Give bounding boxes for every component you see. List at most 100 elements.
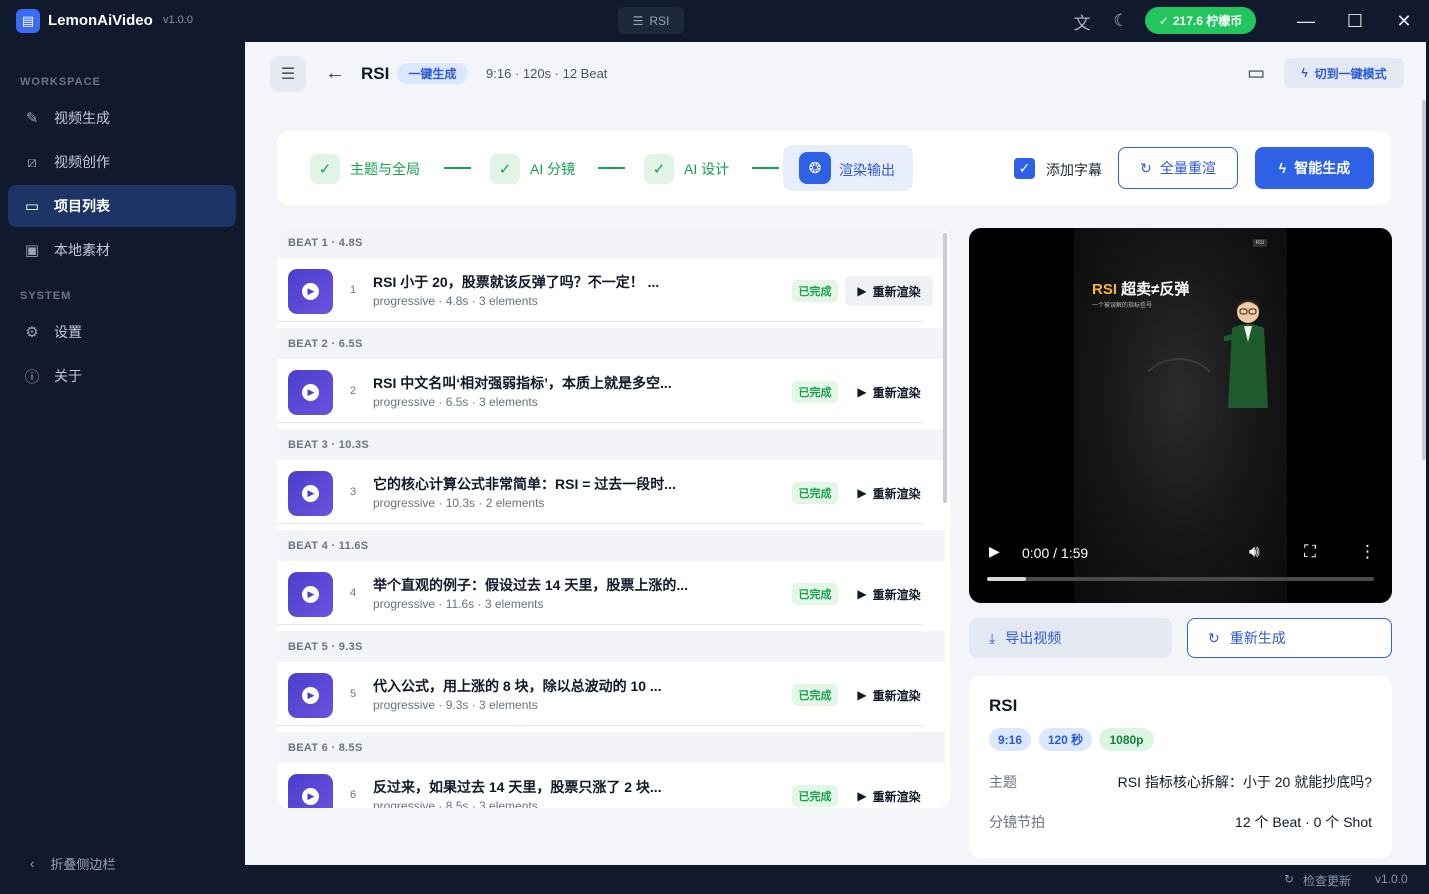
play-icon: ▶ — [302, 384, 319, 401]
smart-generate-button[interactable]: ϟ 智能生成 — [1255, 147, 1374, 189]
play-button[interactable]: ▶ — [288, 269, 333, 314]
check-icon: ✓ — [310, 154, 340, 184]
step-connector — [444, 167, 471, 169]
maximize-button[interactable]: ☐ — [1342, 9, 1368, 33]
dark-mode-icon[interactable]: ☾ — [1109, 9, 1133, 33]
step-label: 主题与全局 — [350, 161, 420, 177]
collapse-sidebar-button[interactable]: ‹ 折叠侧边栏 — [30, 854, 115, 873]
lightning-icon: ϟ — [1278, 160, 1287, 176]
film-reel-icon: ❂ — [799, 152, 831, 184]
rerender-button[interactable]: ▶ 重新渲染 — [845, 781, 933, 808]
translate-icon[interactable]: 文 — [1070, 9, 1094, 33]
sidebar-item-video-generate[interactable]: ✎ 视频生成 — [8, 97, 236, 139]
video-frame-subtitle: 一个被误解的指标信号 — [1092, 303, 1153, 309]
folder-open-icon: ▭ — [1247, 62, 1265, 84]
refresh-icon: ↻ — [1284, 872, 1295, 886]
beat-header: BEAT 3 · 10.3S — [277, 429, 945, 460]
play-button[interactable]: ▶ — [288, 673, 333, 718]
step-connector — [752, 167, 779, 169]
image-icon: ▣ — [24, 242, 40, 259]
rerender-label: 重新渲染 — [872, 789, 921, 804]
open-folder-button[interactable]: ▭ — [1242, 60, 1270, 86]
coin-balance-badge[interactable]: ✓ 217.6 柠檬币 — [1145, 7, 1256, 34]
play-button[interactable]: ▶ — [288, 370, 333, 415]
more-options-icon[interactable]: ⋮ — [1359, 542, 1376, 562]
app-version: v1.0.0 — [163, 14, 193, 26]
rerender-button[interactable]: ▶ 重新渲染 — [845, 478, 933, 508]
app-name: LemonAiVideo — [48, 12, 153, 29]
step-ai-storyboard[interactable]: ✓ AI 分镜 — [490, 154, 575, 184]
switch-mode-button[interactable]: ϟ 切到一键模式 — [1284, 58, 1404, 88]
beat-subtitle: progressive · 6.5s · 3 elements — [373, 395, 538, 409]
play-icon: ▶ — [302, 788, 319, 805]
beat-number: 2 — [350, 385, 357, 397]
play-button[interactable]: ▶ — [288, 471, 333, 516]
video-progress-bar[interactable] — [987, 577, 1374, 581]
status-badge: 已完成 — [792, 583, 838, 605]
rerender-button[interactable]: ▶ 重新渲染 — [845, 377, 933, 407]
sidebar-item-local-assets[interactable]: ▣ 本地素材 — [8, 229, 236, 271]
rerender-button[interactable]: ▶ 重新渲染 — [845, 276, 933, 306]
video-frame-title-rest: 超卖≠反弹 — [1117, 281, 1190, 298]
rerender-all-button[interactable]: ↻ 全量重渲 — [1118, 147, 1238, 189]
download-icon: ⤓ — [989, 629, 996, 646]
sidebar-item-settings[interactable]: ⚙ 设置 — [8, 311, 236, 353]
list-scrollbar[interactable] — [943, 233, 947, 503]
beat-subtitle: progressive · 11.6s · 3 elements — [373, 597, 544, 611]
refresh-icon: ↻ — [1140, 159, 1152, 176]
minimize-button[interactable]: — — [1293, 9, 1319, 33]
rerender-button[interactable]: ▶ 重新渲染 — [845, 680, 933, 710]
sidebar-item-about[interactable]: ⓘ 关于 — [8, 355, 236, 397]
subtitle-checkbox[interactable]: ✓ — [1014, 158, 1035, 179]
play-icon: ▶ — [302, 485, 319, 502]
beat-subtitle: progressive · 8.5s · 3 elements — [373, 799, 538, 808]
sidebar-item-video-create[interactable]: ⧄ 视频创作 — [8, 141, 236, 183]
project-tab[interactable]: ☰ RSI — [618, 7, 684, 34]
beat-row: ▶ 6 反过来，如果过去 14 天里，股票只涨了 2 块... progress… — [277, 765, 945, 808]
video-player[interactable]: RSI RSI 超卖≠反弹 一个被误解的指标信号 ▶ 0:00 / 1:59 🔊… — [969, 228, 1392, 603]
back-button[interactable]: ← — [322, 60, 348, 86]
beat-row: ▶ 4 举个直观的例子：假设过去 14 天里，股票上涨的... progress… — [277, 563, 945, 633]
fullscreen-icon[interactable]: ⛶ — [1304, 542, 1316, 562]
beat-header: BEAT 5 · 9.3S — [277, 631, 945, 662]
row-divider — [277, 321, 923, 322]
rerender-button[interactable]: ▶ 重新渲染 — [845, 579, 933, 609]
workspace-section-label: WORKSPACE — [20, 76, 101, 88]
beat-list: BEAT 1 · 4.8S ▶ 1 RSI 小于 20，股票就该反弹了吗？不一定… — [277, 227, 950, 808]
beat-row: ▶ 1 RSI 小于 20，股票就该反弹了吗？不一定！ ... progress… — [277, 260, 945, 330]
volume-icon[interactable]: 🔊︎ — [1249, 542, 1260, 562]
rerender-label: 重新渲染 — [872, 385, 921, 400]
close-button[interactable]: ✕ — [1391, 9, 1417, 33]
beat-row: ▶ 2 RSI 中文名叫‘相对强弱指标’，本质上就是多空... progress… — [277, 361, 945, 431]
check-update-button[interactable]: 检查更新 — [1303, 872, 1351, 889]
check-circle-icon: ✓ — [1158, 13, 1169, 28]
step-connector — [598, 167, 625, 169]
beat-header: BEAT 1 · 4.8S — [277, 227, 945, 258]
title-bar: ▤ LemonAiVideo v1.0.0 ☰ RSI 文 ☾ ✓ 217.6 … — [0, 0, 1429, 42]
page-scrollbar[interactable] — [1422, 100, 1426, 460]
play-button[interactable]: ▶ — [288, 572, 333, 617]
beat-number: 3 — [350, 486, 357, 498]
beat-title: 它的核心计算公式非常简单：RSI = 过去一段时... — [373, 476, 676, 492]
play-button[interactable]: ▶ — [288, 774, 333, 808]
play-icon: ▶ — [302, 586, 319, 603]
regenerate-label: 重新生成 — [1229, 630, 1286, 646]
beat-number: 6 — [350, 789, 357, 801]
beat-subtitle: progressive · 9.3s · 3 elements — [373, 698, 538, 712]
settings-sliders-button[interactable]: ☰ — [270, 56, 306, 92]
beat-row: ▶ 5 代入公式，用上涨的 8 块，除以总波动的 10 ... progress… — [277, 664, 945, 734]
play-triangle-icon: ▶ — [857, 486, 867, 500]
sidebar-item-projects[interactable]: ▭ 项目列表 — [8, 185, 236, 227]
video-frame-circle — [1134, 358, 1224, 448]
regenerate-button[interactable]: ↻ 重新生成 — [1187, 618, 1392, 658]
status-badge: 已完成 — [792, 482, 838, 504]
beat-subtitle: progressive · 10.3s · 2 elements — [373, 496, 545, 510]
status-badge: 已完成 — [792, 280, 838, 302]
status-version: v1.0.0 — [1375, 872, 1408, 886]
step-theme[interactable]: ✓ 主题与全局 — [310, 154, 420, 184]
mode-tag: 一键生成 — [397, 63, 468, 84]
video-play-button[interactable]: ▶ — [989, 543, 1000, 560]
step-ai-design[interactable]: ✓ AI 设计 — [644, 154, 729, 184]
folder-icon: ▭ — [24, 198, 40, 215]
export-video-button[interactable]: ⤓ 导出视频 — [969, 618, 1172, 658]
